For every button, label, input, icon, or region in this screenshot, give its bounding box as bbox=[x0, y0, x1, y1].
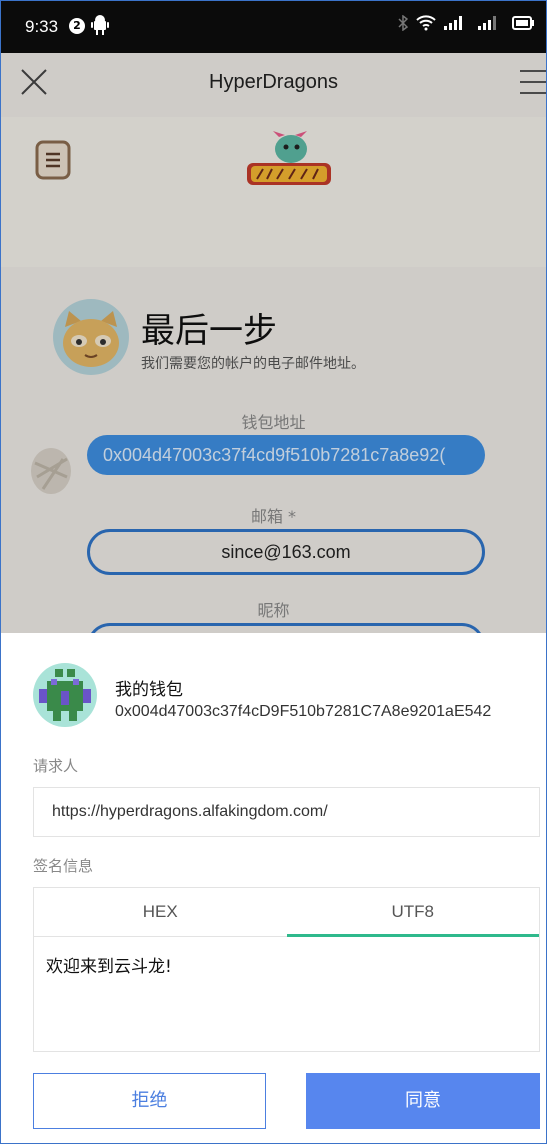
status-icons bbox=[398, 15, 534, 31]
signature-label: 签名信息 bbox=[33, 857, 94, 875]
wallet-address: 0x004d47003c37f4cD9F510b7281C7A8e9201aE5… bbox=[115, 703, 492, 720]
requester-url: https://hyperdragons.alfakingdom.com/ bbox=[33, 787, 540, 837]
tab-hex[interactable]: HEX bbox=[34, 888, 287, 936]
reject-button[interactable]: 拒绝 bbox=[33, 1073, 266, 1129]
requester-label: 请求人 bbox=[33, 757, 79, 775]
tab-utf8[interactable]: UTF8 bbox=[286, 888, 540, 937]
signature-message: 欢迎来到云斗龙! bbox=[33, 936, 540, 1052]
signal-icon bbox=[444, 16, 462, 30]
wifi-icon bbox=[416, 15, 436, 31]
battery-icon bbox=[512, 16, 534, 30]
modal-overlay[interactable] bbox=[1, 53, 546, 633]
bluetooth-icon bbox=[398, 15, 408, 31]
signal-icon-2 bbox=[478, 16, 496, 30]
status-time: 9:33 bbox=[25, 17, 59, 36]
android-icon bbox=[91, 15, 109, 39]
wallet-name: 我的钱包 bbox=[115, 680, 183, 700]
status-bar: 9:33 2 bbox=[1, 1, 546, 53]
agree-button[interactable]: 同意 bbox=[306, 1073, 540, 1129]
sign-request-sheet: 我的钱包 0x004d47003c37f4cD9F510b7281C7A8e92… bbox=[1, 633, 546, 1143]
phone-frame: 9:33 2 HyperDragons 最后一步 我们需要您的帐户的电子邮件地址… bbox=[0, 0, 547, 1144]
notification-badge: 2 bbox=[69, 18, 85, 34]
encoding-tabs: HEX UTF8 bbox=[33, 887, 540, 937]
wallet-avatar bbox=[33, 663, 97, 731]
